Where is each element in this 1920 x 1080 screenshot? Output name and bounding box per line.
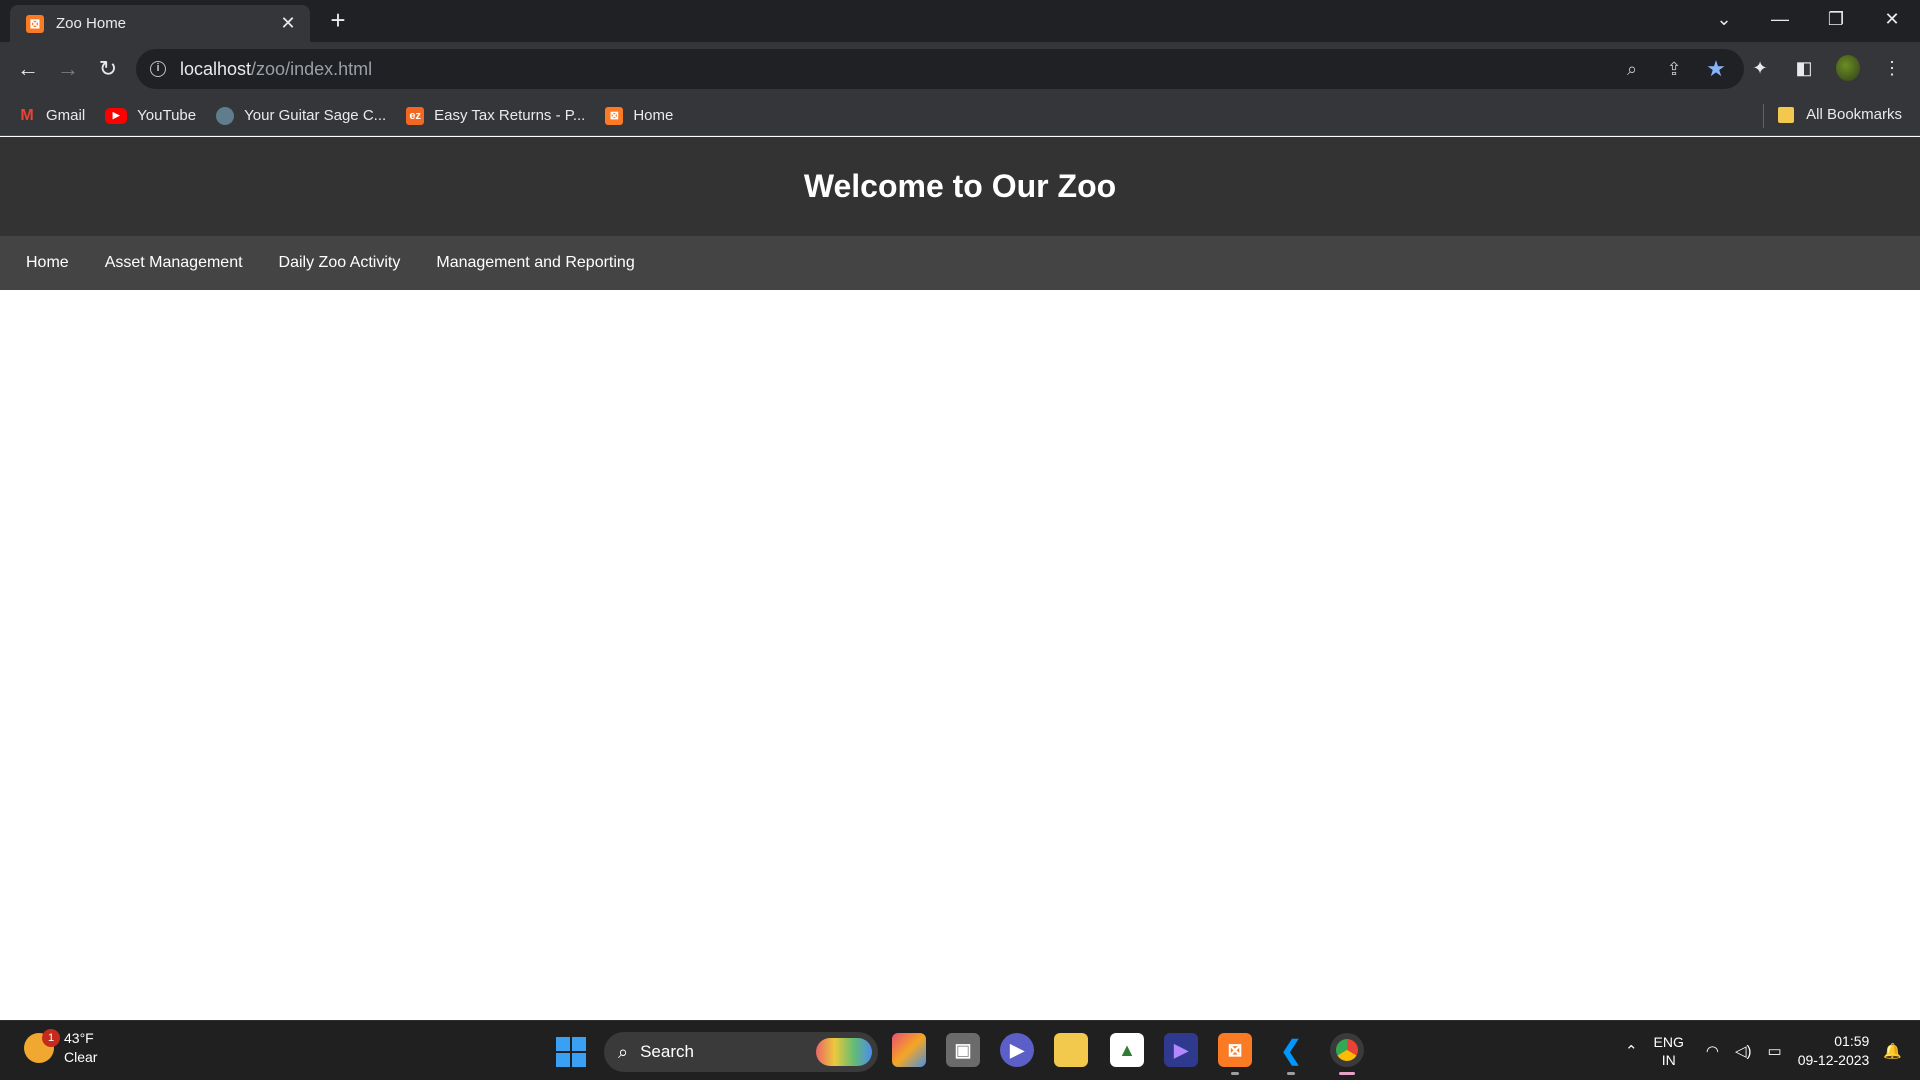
bookmark-guitar-sage[interactable]: Your Guitar Sage C... (216, 106, 386, 125)
bookmark-youtube[interactable]: ▶ YouTube (105, 107, 196, 124)
task-view-icon[interactable]: ▣ (946, 1033, 980, 1067)
vscode-icon[interactable]: ❮ (1274, 1033, 1308, 1075)
browser-tab[interactable]: ⊠ Zoo Home ✕ (10, 5, 310, 42)
side-panel-icon[interactable]: ◧ (1792, 58, 1816, 79)
teams-chat-icon[interactable]: ▶ (1000, 1033, 1034, 1067)
share-icon[interactable]: ⇪ (1662, 57, 1686, 81)
bookmarks-divider (1763, 104, 1764, 128)
stocks-app-icon[interactable]: ▲ (1110, 1033, 1144, 1067)
chevron-up-icon[interactable]: ⌃ (1625, 1042, 1638, 1060)
profile-avatar[interactable] (1836, 55, 1860, 81)
page-title: Welcome to Our Zoo (803, 168, 1117, 204)
back-icon[interactable]: ← (14, 55, 42, 83)
battery-icon[interactable]: ▭ (1768, 1042, 1782, 1060)
zoom-icon[interactable]: ⌕ (1620, 57, 1644, 81)
bookmarks-bar: M Gmail ▶ YouTube Your Guitar Sage C... … (0, 96, 1920, 136)
site-info-icon[interactable]: i (150, 61, 166, 77)
chrome-icon[interactable] (1330, 1033, 1364, 1075)
new-tab-icon[interactable]: + (324, 6, 352, 34)
restore-icon[interactable]: ❐ (1808, 0, 1864, 38)
gmail-icon: M (20, 106, 34, 124)
site-nav: Home Asset Management Daily Zoo Activity… (0, 236, 1920, 290)
browser-toolbar: ← → ↻ i localhost/zoo/index.html ⌕ ⇪ ★ ✦… (0, 42, 1920, 96)
language-indicator[interactable]: ENG IN (1654, 1033, 1684, 1069)
weather-temp: 43°F (64, 1030, 94, 1046)
taskbar-search[interactable]: ⌕ Search (604, 1032, 878, 1072)
weather-widget[interactable]: 1 43°F Clear (24, 1029, 97, 1067)
xampp-icon[interactable]: ⊠ (1218, 1033, 1252, 1075)
nav-home[interactable]: Home (26, 254, 69, 272)
media-player-icon[interactable]: ▶ (1164, 1033, 1198, 1067)
notification-badge: 1 (42, 1029, 60, 1047)
moon-icon: 1 (24, 1029, 60, 1063)
ez-icon: ez (406, 106, 425, 125)
minimize-icon[interactable]: — (1752, 0, 1808, 38)
all-bookmarks-button[interactable]: All Bookmarks (1778, 106, 1902, 123)
browser-tab-strip: ⊠ Zoo Home ✕ + ⌄ — ❐ ✕ (0, 0, 1920, 42)
copilot-icon[interactable] (892, 1033, 926, 1067)
volume-icon[interactable]: ◁) (1735, 1042, 1752, 1060)
taskbar: 1 43°F Clear ⌕ Search ▣ ▶ ▲ ▶ ⊠ ❮ ⌃ ENG … (0, 1020, 1920, 1080)
weather-desc: Clear (64, 1049, 98, 1065)
url-text[interactable]: localhost/zoo/index.html (180, 59, 372, 80)
bookmark-star-icon[interactable]: ★ (1704, 57, 1728, 81)
xampp-icon: ⊠ (26, 14, 44, 33)
reload-icon[interactable]: ↻ (94, 55, 122, 83)
file-explorer-icon[interactable] (1054, 1033, 1088, 1067)
tab-title: Zoo Home (56, 15, 127, 32)
search-highlight-icon (816, 1038, 872, 1066)
xampp-icon: ⊠ (605, 106, 624, 125)
system-tray: ⌃ ENG IN ◠ ◁) ▭ 01:59 09-12-2023 🔔 (1625, 1021, 1920, 1080)
close-tab-icon[interactable]: ✕ (278, 13, 298, 34)
extensions-icon[interactable]: ✦ (1748, 58, 1772, 79)
bookmark-easy-tax[interactable]: ez Easy Tax Returns - P... (406, 106, 585, 125)
nav-asset-management[interactable]: Asset Management (105, 254, 243, 272)
bookmark-gmail[interactable]: M Gmail (18, 107, 85, 125)
tab-search-icon[interactable]: ⌄ (1696, 0, 1752, 38)
clock[interactable]: 01:59 09-12-2023 (1798, 1032, 1870, 1070)
nav-management-reporting[interactable]: Management and Reporting (436, 254, 634, 272)
menu-icon[interactable]: ⋮ (1880, 58, 1904, 79)
nav-daily-zoo-activity[interactable]: Daily Zoo Activity (279, 254, 401, 272)
notifications-icon[interactable]: 🔔 (1883, 1042, 1902, 1060)
bookmark-home[interactable]: ⊠ Home (605, 106, 673, 125)
folder-icon (1778, 106, 1795, 123)
youtube-icon: ▶ (105, 107, 128, 124)
forward-icon[interactable]: → (54, 55, 82, 83)
address-bar[interactable]: i localhost/zoo/index.html ⌕ ⇪ ★ (136, 49, 1744, 89)
close-window-icon[interactable]: ✕ (1864, 0, 1920, 38)
globe-icon (216, 106, 235, 125)
main-content (0, 290, 1920, 1020)
site-header: Welcome to Our Zoo (0, 137, 1920, 236)
wifi-icon[interactable]: ◠ (1706, 1042, 1719, 1060)
windows-start-icon[interactable] (556, 1037, 586, 1067)
search-icon: ⌕ (618, 1041, 629, 1062)
